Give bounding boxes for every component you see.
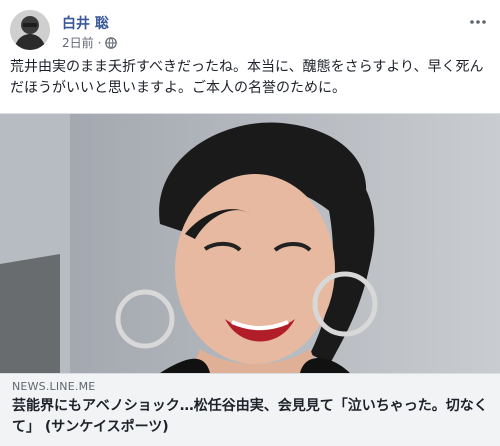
- link-domain: NEWS.LINE.ME: [12, 380, 96, 393]
- avatar[interactable]: [10, 10, 50, 50]
- link-info[interactable]: NEWS.LINE.ME 芸能界にもアベノショック…松任谷由実、会見見て「泣いち…: [0, 373, 500, 446]
- post-text: 荒井由実のまま夭折すべきだったね。本当に、醜態をさらすより、早く死んだほうがいい…: [10, 59, 484, 96]
- shared-link-card[interactable]: NEWS.LINE.ME 芸能界にもアベノショック…松任谷由実、会見見て「泣いち…: [0, 113, 500, 446]
- facebook-post: 白井 聡 2日前 · 荒井由実のまま夭折すべきだったね。本当に、醜態をさらすより…: [0, 0, 500, 446]
- globe-icon[interactable]: [105, 36, 118, 49]
- more-options-icon[interactable]: [466, 12, 490, 32]
- link-title[interactable]: 芸能界にもアベノショック…松任谷由実、会見見て「泣いちゃった。切なくて」 (サン…: [12, 396, 488, 438]
- link-thumbnail-image[interactable]: [0, 114, 500, 373]
- post-header: 白井 聡 2日前 ·: [10, 10, 490, 54]
- avatar-image: [10, 10, 50, 50]
- author-name[interactable]: 白井 聡: [62, 13, 109, 33]
- post-timestamp[interactable]: 2日前: [62, 34, 94, 51]
- post-meta: 2日前 ·: [62, 34, 118, 51]
